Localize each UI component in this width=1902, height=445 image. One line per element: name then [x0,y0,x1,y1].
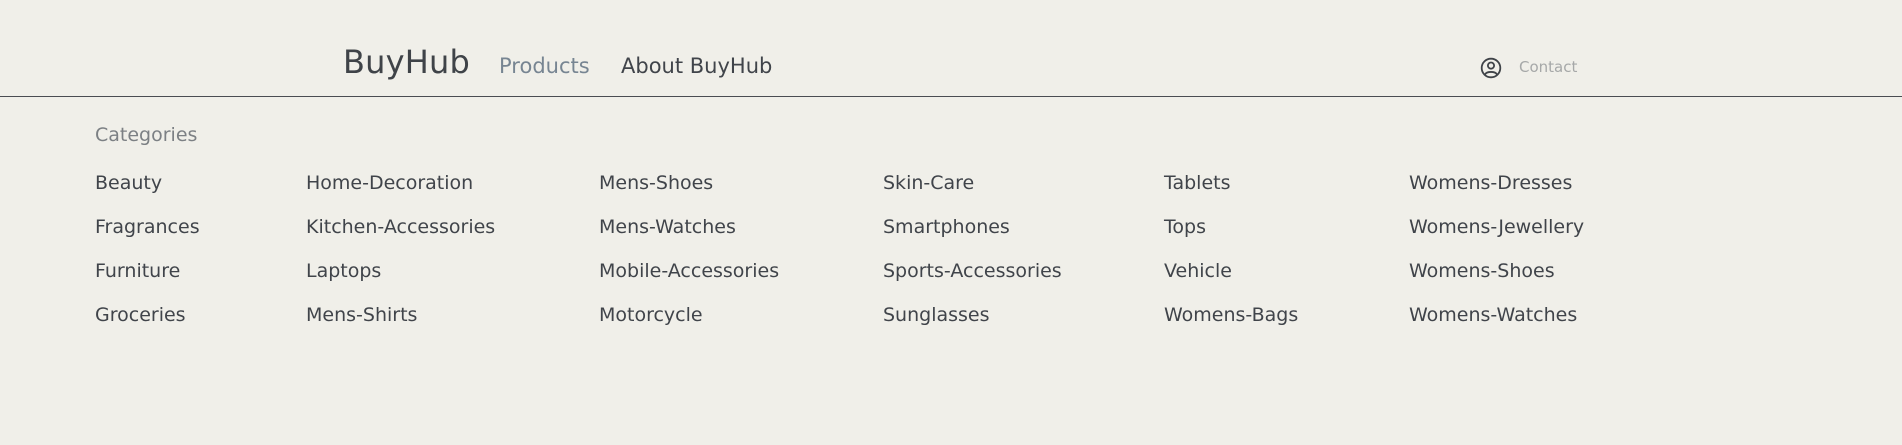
category-link[interactable]: Sports-Accessories [883,258,1062,284]
category-link[interactable]: Laptops [306,258,381,284]
site-header: BuyHub Products About BuyHub Contact [0,0,1902,97]
category-link[interactable]: Womens-Dresses [1409,170,1572,196]
site-logo[interactable]: BuyHub [343,40,470,84]
category-link[interactable]: Motorcycle [599,302,703,328]
categories-heading: Categories [95,124,198,146]
category-link[interactable]: Womens-Bags [1164,302,1298,328]
category-link[interactable]: Tops [1164,214,1206,240]
nav-products-link[interactable]: Products [499,52,590,80]
category-link[interactable]: Kitchen-Accessories [306,214,495,240]
category-link[interactable]: Furniture [95,258,180,284]
category-link[interactable]: Beauty [95,170,162,196]
category-link[interactable]: Womens-Jewellery [1409,214,1584,240]
category-link[interactable]: Tablets [1164,170,1230,196]
category-link[interactable]: Skin-Care [883,170,974,196]
category-link[interactable]: Mens-Shoes [599,170,713,196]
category-link[interactable]: Mobile-Accessories [599,258,779,284]
category-link[interactable]: Sunglasses [883,302,990,328]
category-link[interactable]: Womens-Shoes [1409,258,1555,284]
category-link[interactable]: Home-Decoration [306,170,473,196]
category-link[interactable]: Vehicle [1164,258,1232,284]
nav-about-link[interactable]: About BuyHub [621,52,772,80]
category-link[interactable]: Groceries [95,302,186,328]
category-link[interactable]: Mens-Watches [599,214,736,240]
category-link[interactable]: Fragrances [95,214,200,240]
contact-link[interactable]: Contact [1519,57,1577,77]
category-link[interactable]: Mens-Shirts [306,302,417,328]
user-circle-icon[interactable] [1480,57,1502,79]
category-link[interactable]: Womens-Watches [1409,302,1577,328]
category-link[interactable]: Smartphones [883,214,1010,240]
